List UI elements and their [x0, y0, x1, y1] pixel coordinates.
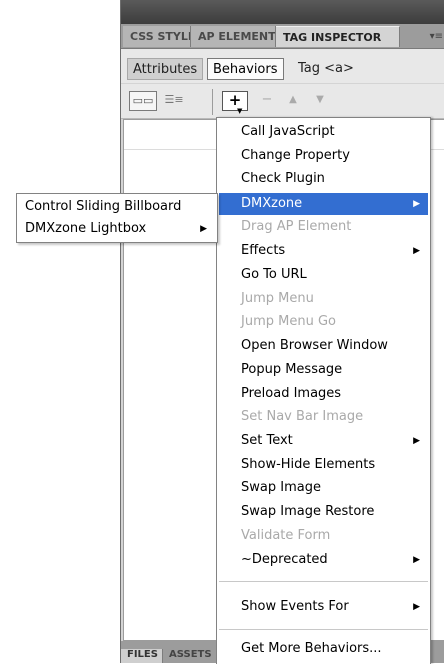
- submenu-arrow-icon: ▶: [413, 246, 420, 256]
- menu-item-jump-menu-go: Jump Menu Go: [241, 314, 336, 329]
- menu-item-swap-image-restore[interactable]: Swap Image Restore: [219, 501, 428, 523]
- menu-item-set-nav-bar-image: Set Nav Bar Image: [241, 409, 364, 424]
- menu-item-label: DMXzone: [241, 196, 303, 211]
- menu-separator: [219, 629, 428, 630]
- subtab-attributes[interactable]: Attributes: [127, 58, 204, 80]
- menu-item-jump-menu: Jump Menu: [241, 291, 314, 306]
- remove-behavior-button[interactable]: −: [257, 91, 277, 111]
- dmxzone-submenu: Control Sliding Billboard DMXzone Lightb…: [16, 193, 218, 243]
- show-all-events-button[interactable]: ☰≡: [160, 91, 188, 111]
- show-set-events-button[interactable]: ▭▭: [129, 91, 157, 111]
- menu-item-change-property[interactable]: Change Property: [219, 145, 428, 167]
- move-event-down-button[interactable]: ▼: [310, 91, 330, 111]
- tab-css-styles[interactable]: CSS STYLES: [123, 26, 191, 47]
- menu-item-drag-ap-element: Drag AP Element: [241, 219, 352, 234]
- add-behavior-button[interactable]: + ▼: [222, 91, 248, 115]
- submenu-arrow-icon: ▶: [413, 602, 420, 612]
- up-arrow-icon: ▲: [289, 94, 297, 105]
- subtab-behaviors[interactable]: Behaviors: [207, 58, 284, 80]
- down-arrow-icon: ▼: [316, 94, 324, 105]
- submenu-arrow-icon: ▶: [413, 436, 420, 446]
- toolbar-divider: [212, 89, 213, 115]
- menu-item-go-to-url[interactable]: Go To URL: [219, 264, 428, 286]
- menu-item-show-hide-elements[interactable]: Show-Hide Elements: [219, 454, 428, 476]
- menu-item-control-sliding-billboard[interactable]: Control Sliding Billboard: [19, 196, 215, 218]
- menu-item-label: Effects: [241, 243, 286, 258]
- inspector-subtabs: Attributes Behaviors Tag <a>: [121, 49, 444, 83]
- tab-assets[interactable]: ASSETS: [163, 649, 219, 663]
- menu-item-effects[interactable]: Effects ▶: [219, 240, 428, 262]
- menu-item-label: Show Events For: [241, 599, 349, 614]
- move-event-up-button[interactable]: ▲: [283, 91, 303, 111]
- menu-item-label: Set Text: [241, 433, 293, 448]
- panel-title-bar[interactable]: [121, 0, 444, 24]
- minus-icon: −: [261, 92, 273, 107]
- current-tag-label: Tag <a>: [298, 61, 354, 76]
- tab-ap-elements[interactable]: AP ELEMENTS: [191, 26, 276, 47]
- menu-item-validate-form: Validate Form: [241, 528, 331, 543]
- menu-item-deprecated[interactable]: ~Deprecated ▶: [219, 549, 428, 571]
- menu-item-set-text[interactable]: Set Text ▶: [219, 430, 428, 452]
- menu-separator: [219, 581, 428, 582]
- submenu-arrow-icon: ▶: [200, 224, 207, 234]
- menu-item-popup-message[interactable]: Popup Message: [219, 359, 428, 381]
- menu-item-dmxzone[interactable]: DMXzone ▶: [219, 193, 428, 215]
- tab-tag-inspector[interactable]: TAG INSPECTOR: [276, 26, 400, 47]
- panel-options-menu-icon[interactable]: ▾≡: [430, 31, 443, 42]
- panel-tab-bar: CSS STYLES AP ELEMENTS TAG INSPECTOR ▾≡: [121, 24, 444, 49]
- menu-item-call-javascript[interactable]: Call JavaScript: [219, 121, 428, 143]
- menu-item-check-plugin[interactable]: Check Plugin: [219, 168, 428, 190]
- list-view-icon: ▭▭: [132, 94, 154, 107]
- menu-item-dmxzone-lightbox[interactable]: DMXzone Lightbox ▶: [19, 218, 215, 240]
- submenu-arrow-icon: ▶: [413, 199, 420, 209]
- menu-item-swap-image[interactable]: Swap Image: [219, 477, 428, 499]
- menu-item-preload-images[interactable]: Preload Images: [219, 383, 428, 405]
- menu-item-get-more-behaviors[interactable]: Get More Behaviors...: [219, 638, 428, 660]
- menu-item-label: DMXzone Lightbox: [25, 221, 147, 236]
- add-behavior-menu: Call JavaScript Change Property Check Pl…: [216, 117, 431, 664]
- tab-files[interactable]: FILES: [121, 649, 163, 663]
- list-all-icon: ☰≡: [164, 93, 184, 106]
- menu-item-show-events-for[interactable]: Show Events For ▶: [219, 596, 428, 618]
- menu-item-open-browser-window[interactable]: Open Browser Window: [219, 335, 428, 357]
- behaviors-toolbar: ▭▭ ☰≡ + ▼ − ▲ ▼: [121, 84, 444, 119]
- submenu-arrow-icon: ▶: [413, 555, 420, 565]
- menu-item-label: ~Deprecated: [241, 552, 328, 567]
